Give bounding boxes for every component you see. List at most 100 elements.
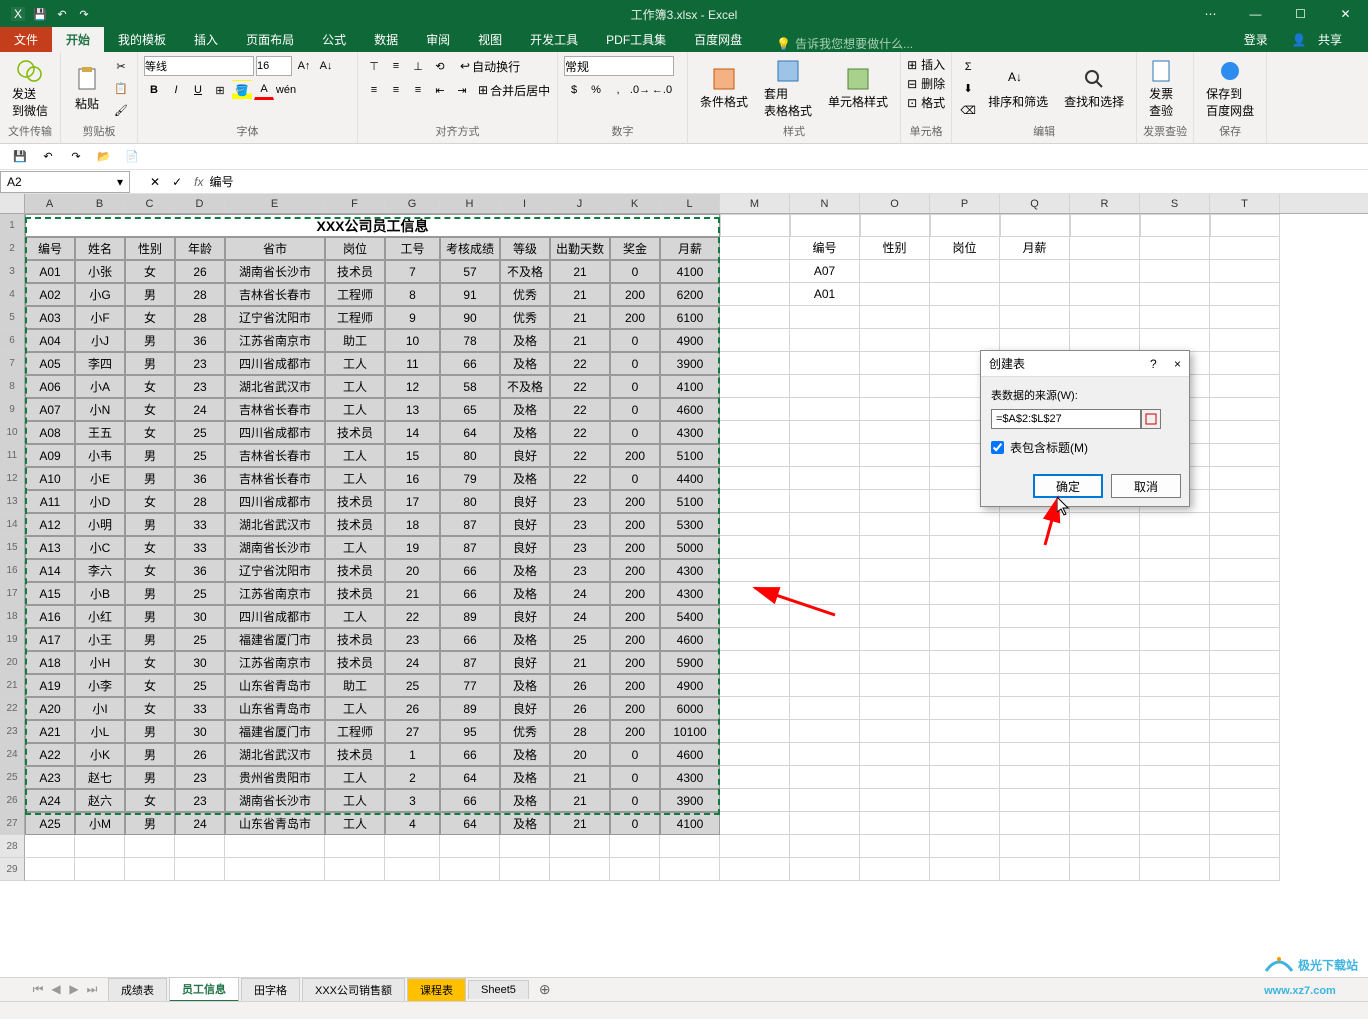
font-name-input[interactable]	[144, 56, 254, 76]
range-selector-icon[interactable]	[1141, 409, 1161, 429]
maximize-icon[interactable]: ☐	[1278, 0, 1323, 28]
minimize-icon[interactable]: —	[1233, 0, 1278, 28]
percent-icon[interactable]: %	[586, 80, 606, 100]
headers-checkbox[interactable]	[991, 441, 1004, 454]
tab-view[interactable]: 视图	[464, 27, 516, 52]
autosum-icon[interactable]: Σ	[958, 57, 978, 77]
tab-formulas[interactable]: 公式	[308, 27, 360, 52]
tab-layout[interactable]: 页面布局	[232, 27, 308, 52]
format-cell-button[interactable]: 格式	[921, 94, 945, 111]
merge-center-button[interactable]: 合并后居中	[490, 82, 550, 99]
invoice-button[interactable]: 发票 查验	[1143, 57, 1179, 121]
group-number: 数字	[564, 123, 681, 139]
bold-icon[interactable]: B	[144, 80, 164, 100]
send-wechat-button[interactable]: 发送到微信	[6, 57, 54, 121]
undo-icon[interactable]: ↶	[54, 6, 70, 22]
phonetic-icon[interactable]: wén	[276, 80, 296, 100]
sheet-tab-6[interactable]: Sheet5	[468, 980, 529, 999]
italic-icon[interactable]: I	[166, 80, 186, 100]
name-box[interactable]: A2▾	[0, 171, 130, 193]
tab-baidu[interactable]: 百度网盘	[680, 27, 756, 52]
conditional-format-button[interactable]: 条件格式	[694, 65, 754, 112]
find-select-button[interactable]: 查找和选择	[1058, 65, 1130, 112]
font-size-input[interactable]	[256, 56, 292, 76]
qat-new-icon[interactable]: 📄	[122, 147, 142, 167]
sheet-nav-last-icon[interactable]: ⏭	[84, 982, 100, 997]
fill-icon[interactable]: ⬇	[958, 79, 978, 99]
sort-filter-button[interactable]: A↓排序和筛选	[982, 65, 1054, 112]
formula-input[interactable]: 编号	[203, 173, 1368, 190]
save-icon[interactable]: 💾	[32, 6, 48, 22]
align-top-icon[interactable]: ⊤	[364, 56, 384, 76]
clear-icon[interactable]: ⌫	[958, 101, 978, 121]
tab-data[interactable]: 数据	[360, 27, 412, 52]
cell-styles-button[interactable]: 单元格样式	[822, 65, 894, 112]
tab-pdf[interactable]: PDF工具集	[592, 27, 680, 52]
sheet-nav-next-icon[interactable]: ▶	[66, 982, 82, 997]
sheet-tab-3[interactable]: 田字格	[241, 978, 300, 1001]
indent-inc-icon[interactable]: ⇥	[452, 80, 472, 100]
tab-file[interactable]: 文件	[0, 27, 52, 52]
sheet-nav-prev-icon[interactable]: ◀	[48, 982, 64, 997]
align-center-icon[interactable]: ≡	[386, 80, 406, 100]
share-button[interactable]: 👤 共享	[1284, 27, 1358, 52]
insert-cell-button[interactable]: 插入	[921, 56, 945, 73]
paste-button[interactable]: 粘贴	[67, 63, 107, 114]
tab-home[interactable]: 开始	[52, 27, 104, 52]
border-icon[interactable]: ⊞	[210, 80, 230, 100]
decimal-dec-icon[interactable]: ←.0	[652, 80, 672, 100]
sheet-nav-first-icon[interactable]: ⏮	[30, 982, 46, 997]
qat-redo-icon[interactable]: ↷	[66, 147, 86, 167]
sheet-tab-5[interactable]: 课程表	[407, 978, 466, 1001]
ok-button[interactable]: 确定	[1033, 474, 1103, 498]
orientation-icon[interactable]: ⟲	[430, 56, 450, 76]
fx-icon[interactable]: fx	[194, 175, 203, 189]
close-icon[interactable]: ✕	[1323, 0, 1368, 28]
format-table-button[interactable]: 套用 表格格式	[758, 57, 818, 121]
align-right-icon[interactable]: ≡	[408, 80, 428, 100]
qat-undo-icon[interactable]: ↶	[38, 147, 58, 167]
cancel-formula-icon[interactable]: ✕	[150, 175, 160, 189]
align-middle-icon[interactable]: ≡	[386, 56, 406, 76]
sheet-tab-4[interactable]: XXX公司销售额	[302, 978, 405, 1001]
shrink-font-icon[interactable]: A↓	[316, 56, 336, 76]
indent-dec-icon[interactable]: ⇤	[430, 80, 450, 100]
dialog-close-icon[interactable]: ×	[1174, 357, 1181, 371]
tab-templates[interactable]: 我的模板	[104, 27, 180, 52]
tell-me[interactable]: 💡告诉我您想要做什么...	[776, 35, 913, 52]
format-painter-icon[interactable]: 🖌	[111, 101, 131, 121]
align-bottom-icon[interactable]: ⊥	[408, 56, 428, 76]
sheet-tab-1[interactable]: 成绩表	[108, 978, 167, 1001]
range-input[interactable]	[991, 409, 1141, 429]
ribbon-options-icon[interactable]: ⋯	[1188, 0, 1233, 28]
qat-save-icon[interactable]: 💾	[10, 147, 30, 167]
cancel-button[interactable]: 取消	[1111, 474, 1181, 498]
login-button[interactable]: 登录	[1236, 27, 1276, 52]
comma-icon[interactable]: ,	[608, 80, 628, 100]
wrap-text-button[interactable]: 自动换行	[472, 58, 520, 75]
tab-review[interactable]: 审阅	[412, 27, 464, 52]
decimal-inc-icon[interactable]: .0→	[630, 80, 650, 100]
grid-body[interactable]: 1XXX公司员工信息2编号姓名性别年龄省市岗位工号考核成绩等级出勤天数奖金月薪编…	[0, 214, 1368, 881]
number-format-input[interactable]	[564, 56, 674, 76]
column-headers[interactable]: ABCDEFGHIJKLMNOPQRST	[0, 194, 1368, 214]
grow-font-icon[interactable]: A↑	[294, 56, 314, 76]
cut-icon[interactable]: ✂	[111, 57, 131, 77]
sheet-area: ABCDEFGHIJKLMNOPQRST 1XXX公司员工信息2编号姓名性别年龄…	[0, 194, 1368, 881]
redo-icon[interactable]: ↷	[76, 6, 92, 22]
underline-icon[interactable]: U	[188, 80, 208, 100]
save-baidu-button[interactable]: 保存到 百度网盘	[1200, 57, 1260, 121]
tab-insert[interactable]: 插入	[180, 27, 232, 52]
sheet-tab-2[interactable]: 员工信息	[169, 977, 239, 1002]
copy-icon[interactable]: 📋	[111, 79, 131, 99]
tab-dev[interactable]: 开发工具	[516, 27, 592, 52]
fill-color-icon[interactable]: 🪣	[232, 80, 252, 100]
qat-open-icon[interactable]: 📂	[94, 147, 114, 167]
delete-cell-button[interactable]: 删除	[921, 75, 945, 92]
dialog-help-icon[interactable]: ?	[1150, 357, 1157, 371]
align-left-icon[interactable]: ≡	[364, 80, 384, 100]
currency-icon[interactable]: $	[564, 80, 584, 100]
add-sheet-icon[interactable]: ⊕	[531, 978, 559, 1001]
enter-formula-icon[interactable]: ✓	[172, 175, 182, 189]
font-color-icon[interactable]: A	[254, 80, 274, 100]
